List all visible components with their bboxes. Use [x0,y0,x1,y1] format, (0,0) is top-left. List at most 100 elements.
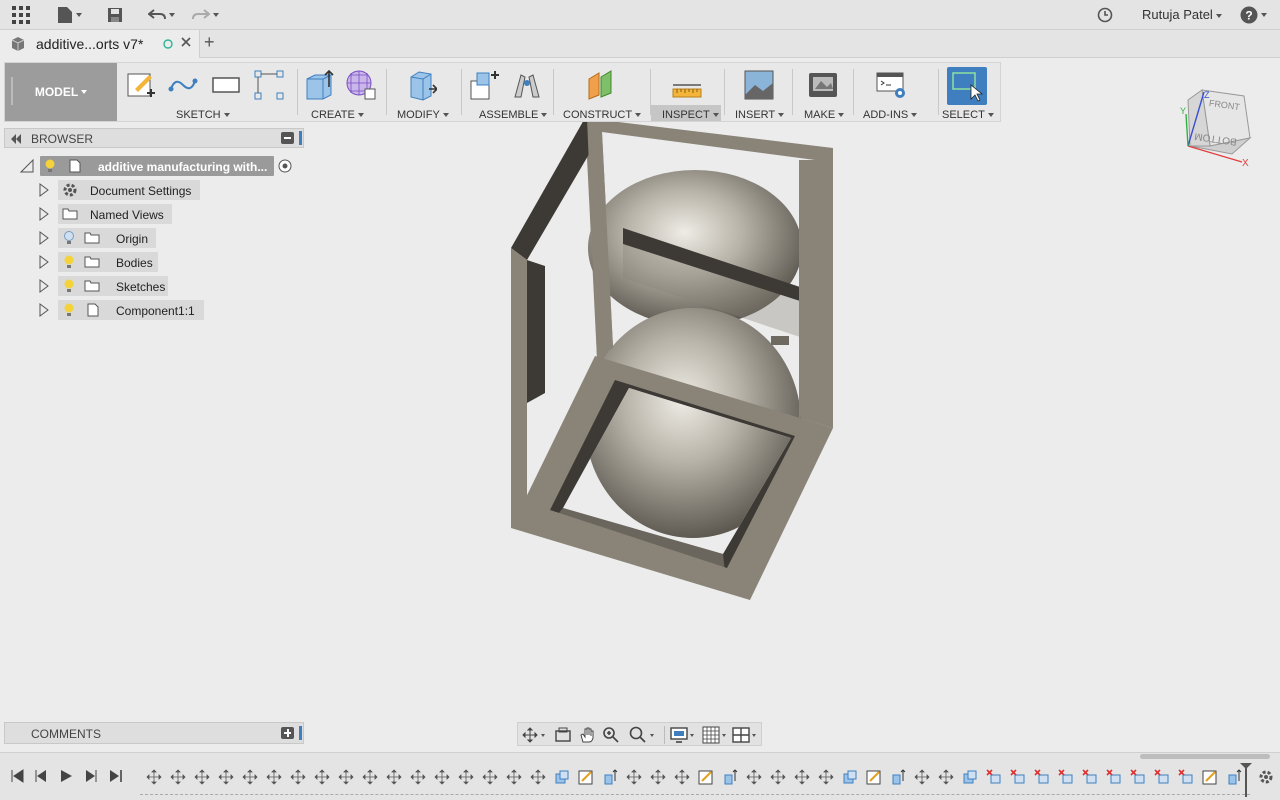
activate-radio-icon[interactable] [278,159,292,176]
removed-feature-icon[interactable] [1010,769,1026,785]
collapse-triangle-icon[interactable] [19,158,34,176]
visibility-bulb-off-icon[interactable] [63,231,75,248]
timeline-marker-icon[interactable] [1240,763,1252,800]
rectangle-tool-icon[interactable] [210,69,242,101]
workspace-switcher[interactable]: MODEL [5,63,117,121]
new-tab-button[interactable]: + [204,32,215,53]
move-feature-icon[interactable] [386,769,402,785]
tree-item-pill[interactable]: Origin [58,228,156,248]
sketch-feature-icon[interactable] [698,769,714,785]
move-feature-icon[interactable] [146,769,162,785]
move-feature-icon[interactable] [218,769,234,785]
move-feature-icon[interactable] [506,769,522,785]
move-feature-icon[interactable] [266,769,282,785]
move-feature-icon[interactable] [818,769,834,785]
pan-hand-icon[interactable] [578,726,596,747]
undo-icon[interactable] [144,5,178,25]
move-feature-icon[interactable] [626,769,642,785]
modify-menu[interactable]: MODIFY [397,109,449,121]
expand-triangle-icon[interactable] [39,255,49,272]
select-menu[interactable]: SELECT [942,109,994,121]
model-viewport[interactable] [505,118,840,603]
insert-image-icon[interactable] [743,69,775,101]
removed-feature-icon[interactable] [1154,769,1170,785]
document-tab[interactable]: additive...orts v7* [0,30,200,58]
pin-handle[interactable] [299,131,302,145]
select-button[interactable] [947,67,987,105]
new-component-icon[interactable] [467,69,499,101]
expand-triangle-icon[interactable] [39,279,49,296]
move-feature-icon[interactable] [242,769,258,785]
comments-panel[interactable]: COMMENTS [4,722,304,744]
fit-zoom-icon[interactable] [628,726,658,747]
add-comment-icon[interactable] [281,727,294,739]
move-feature-icon[interactable] [194,769,210,785]
grid-menu-icon[interactable] [10,5,32,25]
removed-feature-icon[interactable] [986,769,1002,785]
removed-feature-icon[interactable] [1178,769,1194,785]
root-node[interactable]: additive manufacturing with... [40,156,274,176]
sketch-menu[interactable]: SKETCH [176,109,230,121]
sketch-feature-icon[interactable] [866,769,882,785]
timeline-scrollbar[interactable] [1140,754,1270,759]
close-tab-icon[interactable] [180,36,192,51]
expand-triangle-icon[interactable] [39,183,49,200]
tree-item-pill[interactable]: Component1:1 [58,300,204,320]
save-icon[interactable] [104,5,126,25]
file-icon[interactable] [54,5,84,25]
tree-item-pill[interactable]: Document Settings [58,180,200,200]
component-feature-icon[interactable] [554,769,570,785]
look-at-icon[interactable] [554,726,572,747]
create-sketch-icon[interactable] [125,69,157,101]
component-feature-icon[interactable] [962,769,978,785]
step-forward-icon[interactable] [84,769,98,786]
extrude-feature-icon[interactable] [722,769,738,785]
form-icon[interactable] [345,69,377,101]
removed-feature-icon[interactable] [1058,769,1074,785]
line-tool-icon[interactable] [167,69,199,101]
move-feature-icon[interactable] [338,769,354,785]
move-feature-icon[interactable] [794,769,810,785]
timeline-settings-gear-icon[interactable] [1258,769,1274,788]
insert-menu[interactable]: INSERT [735,109,785,121]
expand-triangle-icon[interactable] [39,207,49,224]
orbit-icon[interactable] [522,726,546,747]
visibility-bulb-icon[interactable] [63,303,75,320]
construct-menu[interactable]: CONSTRUCT [563,109,642,121]
view-cube[interactable]: FRONT BOTTOM X Z Y [1180,84,1252,170]
display-settings-icon[interactable] [670,726,698,747]
pin-handle[interactable] [299,726,302,740]
extrude-feature-icon[interactable] [602,769,618,785]
expand-triangle-icon[interactable] [39,231,49,248]
collapse-panel-icon[interactable] [10,133,22,147]
tree-item-pill[interactable]: Sketches [58,276,168,296]
move-feature-icon[interactable] [482,769,498,785]
move-feature-icon[interactable] [746,769,762,785]
tree-item-pill[interactable]: Named Views [58,204,172,224]
move-feature-icon[interactable] [530,769,546,785]
move-feature-icon[interactable] [674,769,690,785]
go-to-end-icon[interactable] [109,769,123,786]
move-feature-icon[interactable] [938,769,954,785]
step-back-icon[interactable] [34,769,48,786]
sketch-feature-icon[interactable] [1202,769,1218,785]
3d-print-icon[interactable] [807,69,839,101]
browser-minimize-icon[interactable] [281,132,294,144]
move-feature-icon[interactable] [914,769,930,785]
removed-feature-icon[interactable] [1130,769,1146,785]
move-feature-icon[interactable] [458,769,474,785]
move-feature-icon[interactable] [770,769,786,785]
clock-icon[interactable] [1096,5,1114,25]
create-menu[interactable]: CREATE [311,109,364,121]
joint-icon[interactable] [511,69,543,101]
tree-item-pill[interactable]: Bodies [58,252,158,272]
assemble-menu[interactable]: ASSEMBLE [479,109,548,121]
viewports-icon[interactable] [732,726,760,747]
make-menu[interactable]: MAKE [804,109,845,121]
move-feature-icon[interactable] [290,769,306,785]
play-icon[interactable] [59,769,73,786]
addins-menu[interactable]: ADD-INS [863,109,918,121]
move-feature-icon[interactable] [434,769,450,785]
press-pull-icon[interactable] [405,69,437,101]
move-feature-icon[interactable] [362,769,378,785]
